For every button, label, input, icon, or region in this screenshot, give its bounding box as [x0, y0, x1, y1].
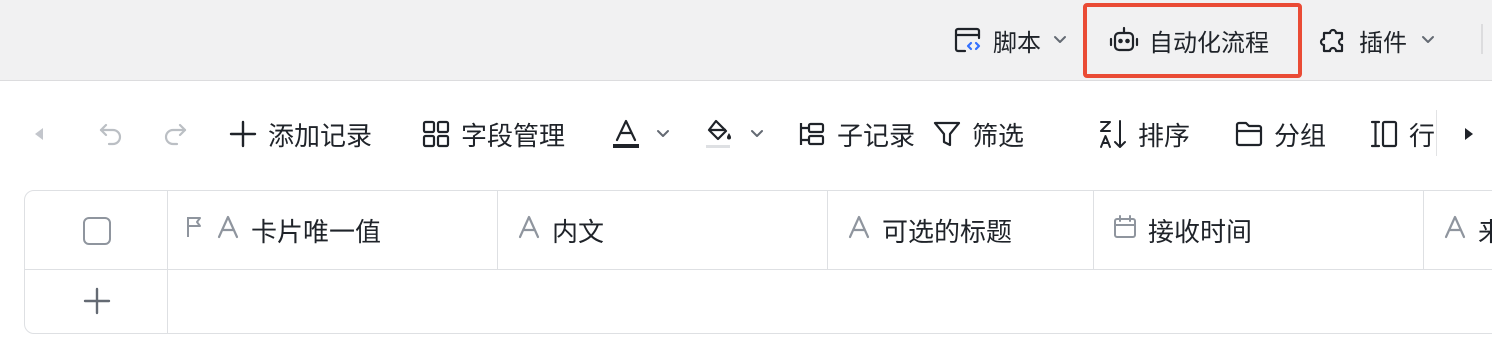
column-header-received-time[interactable]: 接收时间	[1113, 191, 1252, 270]
chevron-down-icon	[1053, 35, 1067, 45]
chevron-down-icon	[656, 129, 670, 139]
plugin-label: 插件	[1359, 28, 1407, 57]
text-color-icon	[612, 118, 640, 150]
caret-left-icon	[32, 126, 46, 142]
grid-icon	[421, 119, 451, 149]
row-height-icon	[1369, 119, 1399, 149]
column-header-optional-title[interactable]: 可选的标题	[847, 191, 1012, 270]
folder-icon	[1234, 120, 1264, 148]
view-toolbar: 添加记录 字段管理 子记录 筛选 排序 分组 行	[0, 82, 1492, 186]
primary-field-flag-icon	[184, 214, 206, 247]
hierarchy-icon	[797, 119, 827, 149]
column-divider	[497, 191, 498, 270]
select-all-checkbox[interactable]	[83, 217, 111, 245]
group-label: 分组	[1274, 121, 1327, 152]
text-icon	[1443, 214, 1467, 247]
field-manage-label: 字段管理	[461, 121, 566, 152]
redo-button[interactable]	[160, 82, 190, 186]
row-height-label: 行	[1409, 121, 1436, 152]
row-height-button[interactable]: 行	[1369, 82, 1435, 186]
text-icon	[847, 214, 871, 247]
chevron-down-icon	[750, 129, 764, 139]
script-menu[interactable]: 脚本	[952, 0, 1067, 80]
chevron-down-icon	[1421, 35, 1435, 45]
sort-label: 排序	[1138, 121, 1191, 152]
column-divider	[1093, 191, 1094, 270]
data-grid: 卡片唯一值 内文 可选的标题 接收时间	[24, 190, 1492, 334]
add-record-button[interactable]: 添加记录	[228, 82, 372, 186]
undo-icon	[96, 119, 126, 149]
puzzle-icon	[1318, 24, 1350, 56]
filter-button[interactable]: 筛选	[932, 82, 1024, 186]
caret-right-icon	[1462, 126, 1476, 142]
column-divider	[827, 191, 828, 270]
add-record-label: 添加记录	[268, 121, 373, 152]
group-button[interactable]: 分组	[1234, 82, 1326, 186]
topbar-divider	[1481, 24, 1483, 54]
plus-icon	[228, 119, 258, 149]
toolbar-divider	[1436, 110, 1437, 156]
text-icon	[517, 214, 541, 247]
add-row-button[interactable]	[83, 287, 111, 315]
fill-color-button[interactable]	[704, 82, 764, 186]
sort-icon	[1098, 118, 1128, 150]
paint-bucket-icon	[704, 118, 734, 150]
redo-icon	[160, 119, 190, 149]
script-label: 脚本	[993, 28, 1041, 57]
undo-button[interactable]	[96, 82, 126, 186]
filter-icon	[932, 119, 962, 149]
column-header-body-text[interactable]: 内文	[517, 191, 604, 270]
calendar-icon	[1113, 214, 1137, 247]
text-icon	[216, 214, 240, 247]
column-label: 卡片唯一值	[251, 218, 382, 248]
grid-header-row: 卡片唯一值 内文 可选的标题 接收时间	[25, 191, 1492, 270]
column-divider	[1423, 191, 1424, 270]
text-color-button[interactable]	[612, 82, 670, 186]
scroll-right-button[interactable]	[1462, 82, 1476, 186]
sort-button[interactable]: 排序	[1098, 82, 1190, 186]
column-header-source[interactable]: 来	[1443, 191, 1492, 270]
column-label: 接收时间	[1148, 218, 1253, 248]
sub-record-button[interactable]: 子记录	[797, 82, 915, 186]
scroll-left-button[interactable]	[32, 82, 46, 186]
column-label: 来	[1478, 212, 1492, 249]
sub-record-label: 子记录	[837, 121, 916, 152]
plugin-menu[interactable]: 插件	[1318, 0, 1435, 80]
field-manage-button[interactable]: 字段管理	[421, 82, 565, 186]
top-bar: 脚本 自动化流程 插件	[0, 0, 1492, 81]
column-divider	[167, 191, 168, 333]
column-header-card-unique-value[interactable]: 卡片唯一值	[184, 191, 381, 270]
script-icon	[952, 24, 984, 56]
column-label: 可选的标题	[882, 218, 1013, 248]
filter-label: 筛选	[972, 121, 1025, 152]
plus-icon	[83, 287, 111, 319]
highlight-annotation-box	[1083, 3, 1302, 78]
column-label: 内文	[552, 218, 605, 248]
